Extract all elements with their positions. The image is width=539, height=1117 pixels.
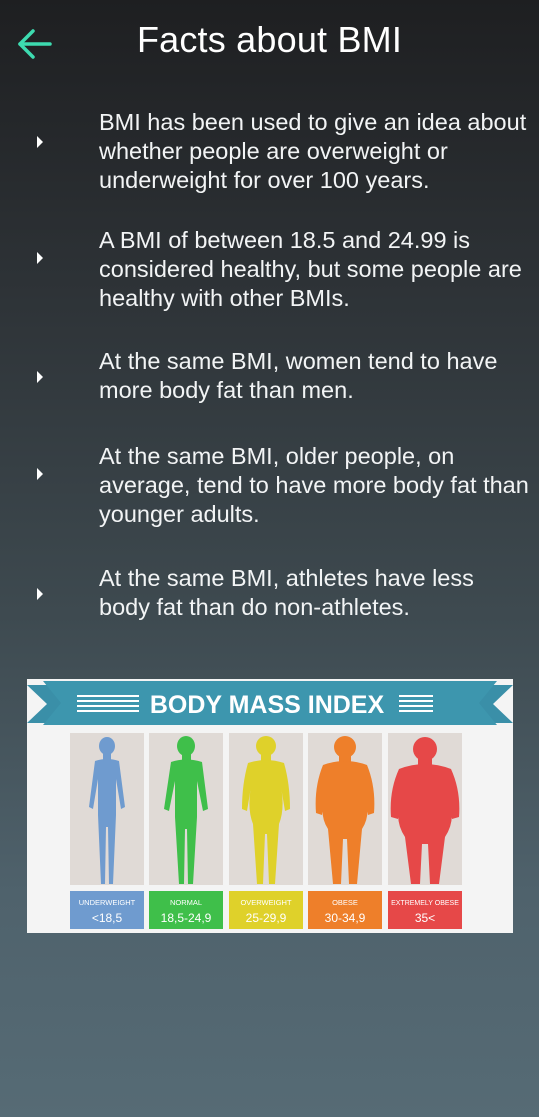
category-normal: NORMAL 18,5-24,9 [149,891,223,929]
caret-right-icon [37,252,43,264]
fact-text: At the same BMI, older people, on averag… [99,443,529,527]
category-label: EXTREMELY OBESE [391,900,459,907]
caret-right-icon [37,371,43,383]
bmi-infographic: BODY MASS INDEX UNDERWEIGHT <18,5 NORMAL… [27,679,513,933]
caret-right-icon [37,588,43,600]
caret-right-icon [37,468,43,480]
category-label: NORMAL [170,898,202,907]
category-range: <18,5 [92,911,123,925]
category-underweight: UNDERWEIGHT <18,5 [70,891,144,929]
category-range: 25-29,9 [246,911,287,925]
category-range: 35< [415,911,435,925]
fact-text: BMI has been used to give an idea about … [99,109,527,193]
fact-text: At the same BMI, women tend to have more… [99,348,498,403]
category-extremely-obese: EXTREMELY OBESE 35< [388,891,462,929]
fact-text: A BMI of between 18.5 and 24.99 is consi… [99,227,522,311]
category-label: OVERWEIGHT [240,898,292,907]
caret-right-icon [37,136,43,148]
category-label: OBESE [332,898,358,907]
fact-text: At the same BMI, athletes have less body… [99,565,474,620]
page-title: Facts about BMI [136,19,403,60]
category-range: 30-34,9 [325,911,366,925]
category-label: UNDERWEIGHT [79,898,136,907]
app-bar: Facts about BMI [0,0,539,84]
category-range: 18,5-24,9 [161,911,212,925]
banner-title: BODY MASS INDEX [150,691,385,719]
category-overweight: OVERWEIGHT 25-29,9 [229,891,303,929]
category-obese: OBESE 30-34,9 [308,891,382,929]
